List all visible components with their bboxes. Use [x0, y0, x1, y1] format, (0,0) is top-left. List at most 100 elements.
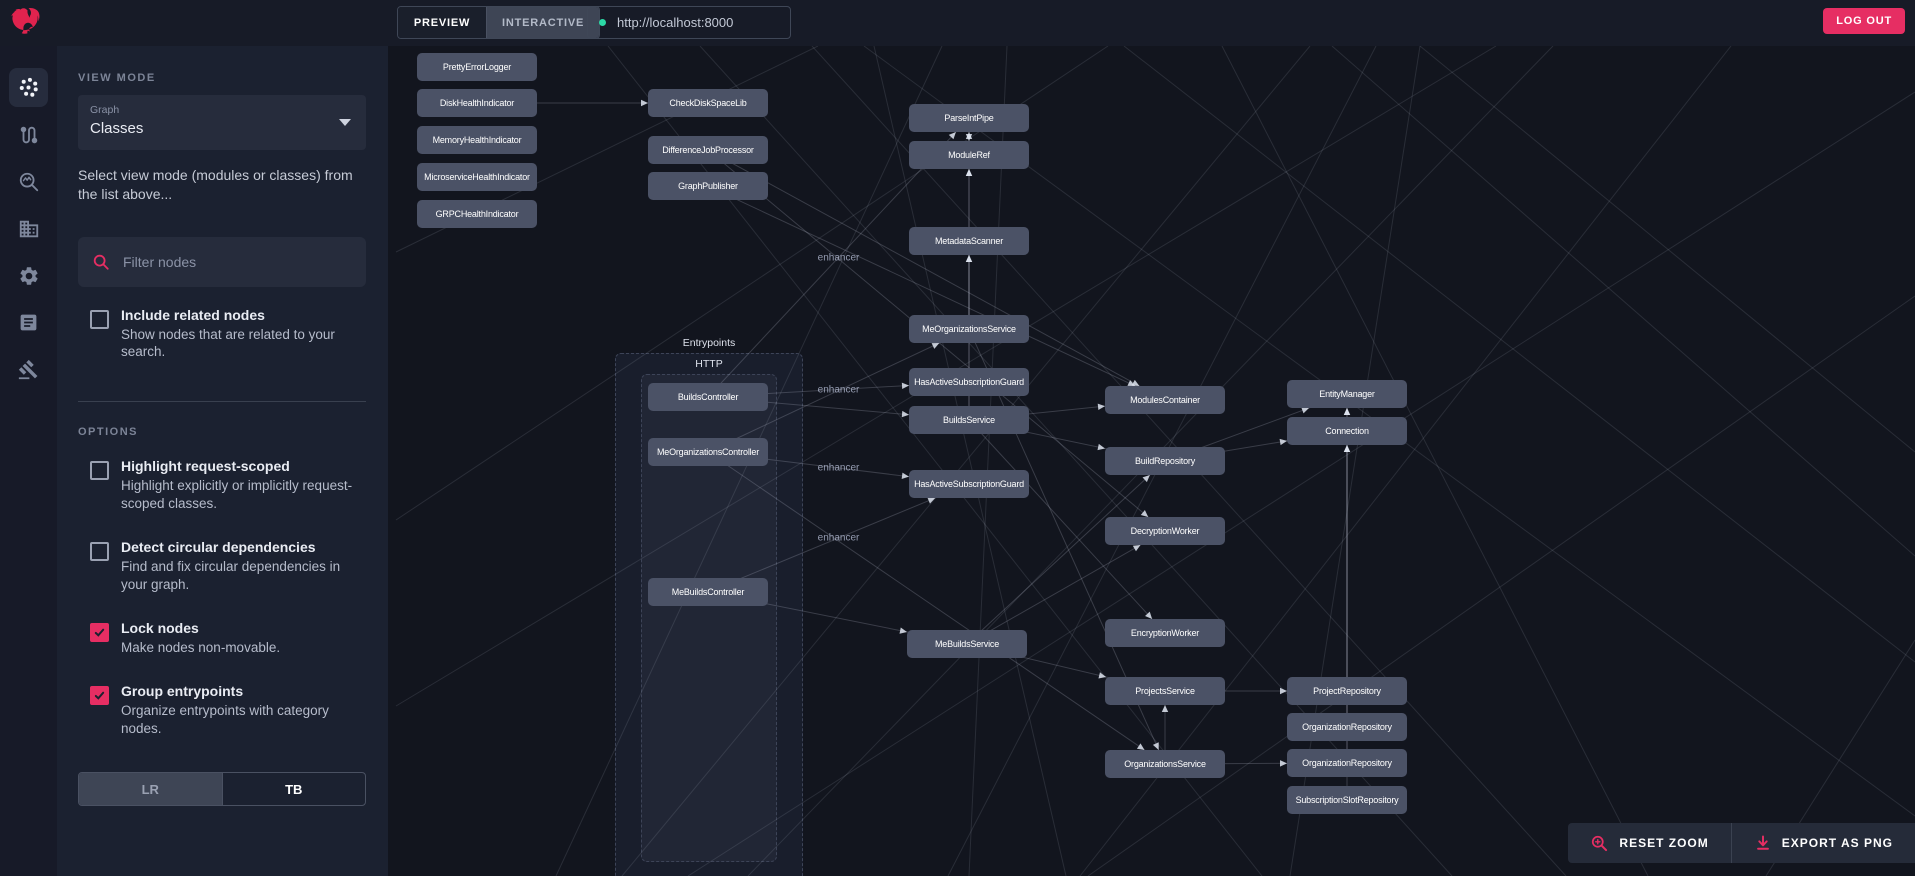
- graph-node-organizationrepository[interactable]: OrganizationRepository: [1287, 749, 1407, 777]
- view-mode-help-text: Select view mode (modules or classes) fr…: [78, 167, 353, 202]
- graph-layer: EntrypointsHTTPenhancerenhancerenhancere…: [388, 46, 1915, 876]
- option-detect-circular-dependencies: Detect circular dependencies Find and fix…: [78, 539, 366, 594]
- graph-node-grpchealthindicator[interactable]: GRPCHealthIndicator: [417, 200, 537, 228]
- url-input[interactable]: [615, 14, 795, 31]
- docs-icon: [18, 312, 39, 333]
- graph-node-checkdiskspacelib[interactable]: CheckDiskSpaceLib: [648, 89, 768, 117]
- graph-node-organizationrepository[interactable]: OrganizationRepository: [1287, 713, 1407, 741]
- zoom-in-icon: [1592, 835, 1608, 851]
- chevron-down-icon: [339, 119, 351, 126]
- rail-item-organizations[interactable]: [9, 209, 48, 248]
- graph-node-decryptionworker[interactable]: DecryptionWorker: [1105, 517, 1225, 545]
- top-bar: PREVIEW INTERACTIVE LOG OUT: [0, 0, 1915, 46]
- option-desc: Find and fix circular dependencies in yo…: [121, 559, 341, 593]
- graph-node-memoryhealthindicator[interactable]: MemoryHealthIndicator: [417, 126, 537, 154]
- graph-node-moduleref[interactable]: ModuleRef: [909, 141, 1029, 169]
- option-desc: Organize entrypoints with category nodes…: [121, 703, 329, 737]
- view-tabs: PREVIEW INTERACTIVE: [397, 6, 601, 39]
- graph-node-organizationsservice[interactable]: OrganizationsService: [1105, 750, 1225, 778]
- graph-node-subscriptionslotrepository[interactable]: SubscriptionSlotRepository: [1287, 786, 1407, 814]
- graph-node-buildsservice[interactable]: BuildsService: [909, 406, 1029, 434]
- checkbox-detect-circular-dependencies[interactable]: [90, 542, 109, 562]
- option-group-entrypoints: Group entrypoints Organize entrypoints wi…: [78, 683, 366, 738]
- graph-node-mebuildsservice[interactable]: MeBuildsService: [907, 630, 1027, 658]
- export-png-button[interactable]: EXPORT AS PNG: [1730, 823, 1915, 863]
- option-desc: Show nodes that are related to your sear…: [121, 326, 335, 360]
- select-label: Graph: [90, 104, 120, 116]
- graph-node-buildrepository[interactable]: BuildRepository: [1105, 447, 1225, 475]
- option-title: Detect circular dependencies: [121, 539, 316, 556]
- option-desc: Make nodes non-movable.: [121, 640, 281, 656]
- legal-icon: [18, 359, 39, 380]
- settings-sidebar: VIEW MODE Graph Classes Select view mode…: [57, 46, 388, 876]
- graph-node-projectsservice[interactable]: ProjectsService: [1105, 677, 1225, 705]
- nestjs-logo-icon: [11, 7, 40, 34]
- rail-item-inspect[interactable]: [9, 162, 48, 201]
- settings-icon: [18, 265, 40, 287]
- option-title: Group entrypoints: [121, 683, 244, 700]
- logout-button[interactable]: LOG OUT: [1823, 8, 1905, 34]
- canvas-controls: RESET ZOOM EXPORT AS PNG: [1568, 823, 1915, 863]
- rail-item-graph-view[interactable]: [9, 68, 48, 107]
- select-value: Classes: [90, 120, 144, 137]
- organizations-icon: [18, 218, 40, 240]
- layout-tb-button[interactable]: TB: [221, 773, 366, 806]
- graph-node-microservicehealthindicator[interactable]: MicroserviceHealthIndicator: [417, 163, 537, 191]
- routes-icon: [18, 124, 40, 146]
- app-root: EntrypointsHTTPenhancerenhancerenhancere…: [0, 0, 1915, 876]
- option-title: Include related nodes: [121, 306, 265, 323]
- graph-node-hasactivesubscriptionguard[interactable]: HasActiveSubscriptionGuard: [909, 470, 1029, 498]
- graph-node-meorganizationscontroller[interactable]: MeOrganizationsController: [648, 438, 768, 466]
- checkbox-lock-nodes[interactable]: [90, 623, 109, 643]
- graph-node-differencejobprocessor[interactable]: DifferenceJobProcessor: [648, 136, 768, 164]
- search-icon: [93, 254, 109, 270]
- export-png-label: EXPORT AS PNG: [1781, 836, 1893, 850]
- tab-interactive[interactable]: INTERACTIVE: [486, 7, 600, 38]
- filter-nodes-box: [78, 236, 366, 287]
- checkbox-include-related-nodes[interactable]: [90, 309, 109, 329]
- rail-item-legal[interactable]: [9, 350, 48, 389]
- option-list: Highlight request-scoped Highlight explic…: [78, 458, 366, 738]
- tab-preview[interactable]: PREVIEW: [398, 7, 486, 38]
- reset-zoom-label: RESET ZOOM: [1619, 836, 1709, 850]
- graph-node-prettyerrorlogger[interactable]: PrettyErrorLogger: [417, 53, 537, 81]
- rail-item-docs[interactable]: [9, 303, 48, 342]
- graph-node-buildscontroller[interactable]: BuildsController: [648, 383, 768, 411]
- graph-node-diskhealthindicator[interactable]: DiskHealthIndicator: [417, 89, 537, 117]
- status-dot-icon: [599, 19, 606, 26]
- layout-direction-toggle: LR TB: [78, 772, 366, 807]
- url-bar[interactable]: [587, 6, 795, 39]
- download-icon: [1756, 835, 1769, 850]
- graph-node-entitymanager[interactable]: EntityManager: [1287, 380, 1407, 408]
- graph-node-projectrepository[interactable]: ProjectRepository: [1287, 677, 1407, 705]
- graph-node-meorganizationsservice[interactable]: MeOrganizationsService: [909, 315, 1029, 343]
- graph-mode-select[interactable]: Graph Classes: [78, 95, 366, 150]
- graph-canvas[interactable]: EntrypointsHTTPenhancerenhancerenhancere…: [388, 46, 1915, 876]
- graph-node-metadatascanner[interactable]: MetadataScanner: [909, 227, 1029, 255]
- option-desc: Highlight explicitly or implicitly reque…: [121, 478, 353, 512]
- option-title: Lock nodes: [121, 620, 199, 637]
- checkbox-highlight-request-scoped[interactable]: [90, 461, 109, 481]
- graph-node-graphpublisher[interactable]: GraphPublisher: [648, 172, 768, 200]
- option-highlight-request-scoped: Highlight request-scoped Highlight explic…: [78, 458, 366, 513]
- option-title: Highlight request-scoped: [121, 458, 290, 475]
- graph-node-modulescontainer[interactable]: ModulesContainer: [1105, 386, 1225, 414]
- inspect-icon: [18, 171, 40, 193]
- graph-node-connection[interactable]: Connection: [1287, 417, 1407, 445]
- graph-node-parseintpipe[interactable]: ParseIntPipe: [909, 104, 1029, 132]
- rail-item-settings[interactable]: [9, 256, 48, 295]
- sidebar-divider: [78, 401, 366, 403]
- checkbox-group-entrypoints[interactable]: [90, 686, 109, 706]
- graph-node-hasactivesubscriptionguard[interactable]: HasActiveSubscriptionGuard: [909, 368, 1029, 396]
- graph-view-icon: [17, 76, 40, 99]
- option-include-related-nodes: Include related nodes Show nodes that are…: [78, 307, 366, 362]
- view-mode-section-title: VIEW MODE: [78, 72, 156, 84]
- reset-zoom-button[interactable]: RESET ZOOM: [1568, 823, 1730, 863]
- rail-item-routes[interactable]: [9, 115, 48, 154]
- layout-lr-button[interactable]: LR: [79, 773, 222, 806]
- app-rail: [0, 46, 57, 876]
- graph-node-mebuildscontroller[interactable]: MeBuildsController: [648, 578, 768, 606]
- search-option-list: Include related nodes Show nodes that are…: [78, 307, 366, 362]
- filter-nodes-input[interactable]: [121, 252, 352, 271]
- graph-node-encryptionworker[interactable]: EncryptionWorker: [1105, 619, 1225, 647]
